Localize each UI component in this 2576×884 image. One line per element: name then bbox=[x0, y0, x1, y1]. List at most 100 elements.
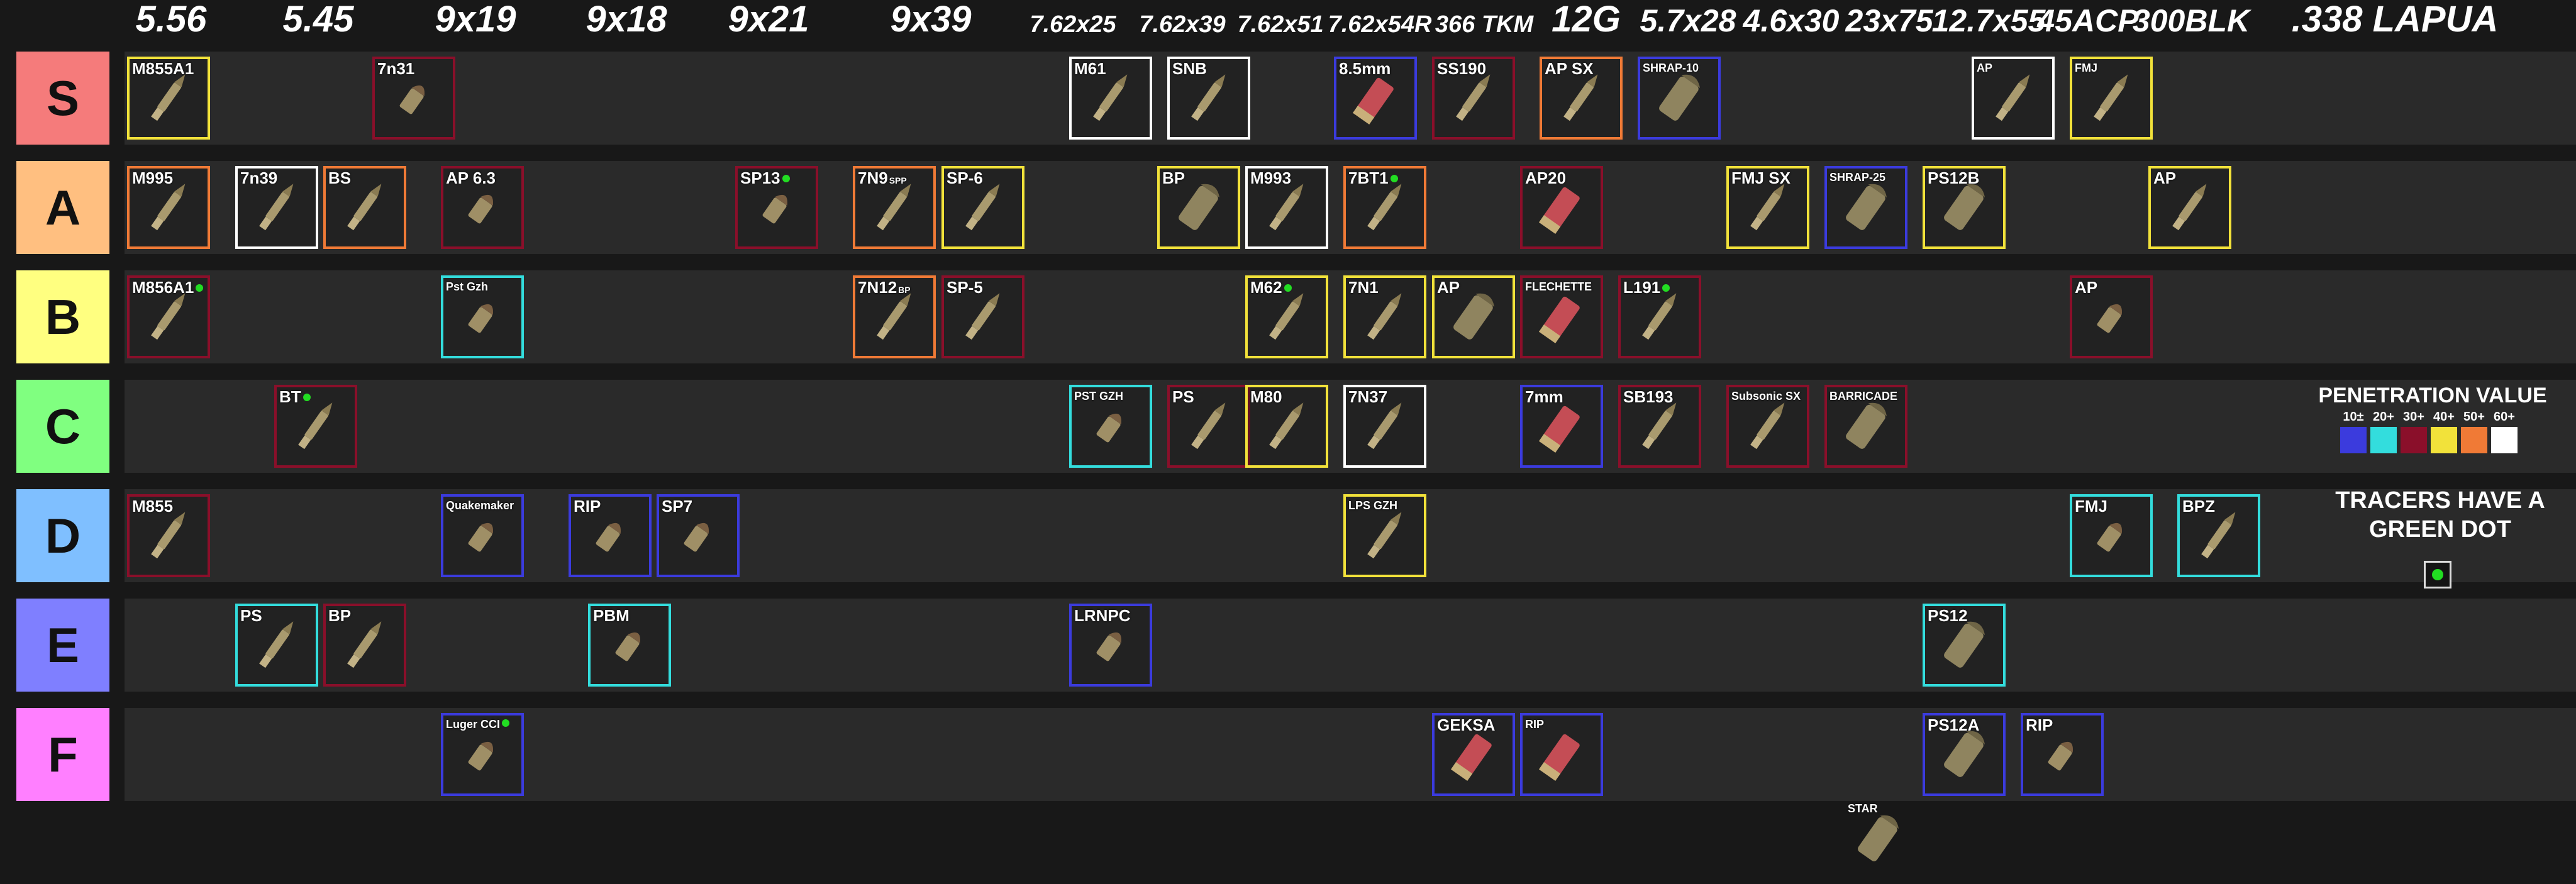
ammo-card[interactable]: AP 6.3 bbox=[441, 166, 524, 249]
ammo-card[interactable]: Pst Gzh bbox=[441, 275, 524, 358]
caliber-header-label: 366 TKM bbox=[1435, 11, 1534, 38]
ammo-name: BT bbox=[279, 387, 311, 407]
ammo-name-text: SP7 bbox=[662, 497, 693, 516]
ammo-card[interactable]: PS bbox=[1167, 385, 1250, 468]
tier-label: F bbox=[16, 708, 109, 801]
ammo-card[interactable]: AP bbox=[2070, 275, 2153, 358]
ammo-card[interactable]: M855A1 bbox=[127, 57, 210, 140]
ammo-card[interactable]: LPS GZH bbox=[1343, 494, 1426, 577]
ammo-name-text: Quakemaker bbox=[446, 499, 514, 512]
ammo-card[interactable]: PS12A bbox=[1923, 713, 2006, 796]
ammo-card[interactable]: BP bbox=[1157, 166, 1240, 249]
ammo-card[interactable]: SB193 bbox=[1618, 385, 1701, 468]
ammo-name: 7n31 bbox=[377, 59, 414, 79]
ammo-card[interactable]: PS12 bbox=[1923, 604, 2006, 687]
ammo-name-text: SP-6 bbox=[947, 169, 983, 187]
ammo-name-text: FLECHETTE bbox=[1525, 280, 1592, 293]
ammo-card[interactable]: AP bbox=[1972, 57, 2055, 140]
ammo-name: FMJ SX bbox=[1731, 169, 1790, 188]
ammo-name: L191 bbox=[1623, 278, 1670, 297]
ammo-name-text: SNB bbox=[1172, 59, 1207, 78]
ammo-card[interactable]: 7BT1 bbox=[1343, 166, 1426, 249]
ammo-card[interactable]: Subsonic SX bbox=[1726, 385, 1809, 468]
ammo-card[interactable]: M856A1 bbox=[127, 275, 210, 358]
ammo-card[interactable]: M995 bbox=[127, 166, 210, 249]
ammo-name: AP bbox=[1977, 62, 1992, 75]
penetration-level: 60+ bbox=[2490, 410, 2518, 453]
ammo-name-text: BARRICADE bbox=[1829, 390, 1897, 402]
ammo-card[interactable]: RIP bbox=[1520, 713, 1603, 796]
ammo-card[interactable]: 8.5mm bbox=[1334, 57, 1417, 140]
ammo-card[interactable]: FMJ SX bbox=[1726, 166, 1809, 249]
ammo-name: M62 bbox=[1250, 278, 1292, 297]
ammo-card[interactable]: SNB bbox=[1167, 57, 1250, 140]
ammo-card[interactable]: BPZ bbox=[2177, 494, 2260, 577]
penetration-level-label: 10± bbox=[2343, 410, 2364, 424]
ammo-card[interactable]: L191 bbox=[1618, 275, 1701, 358]
ammo-card[interactable]: SS190 bbox=[1432, 57, 1515, 140]
ammo-card[interactable]: SHRAP-25 bbox=[1824, 166, 1907, 249]
caliber-header-label: 7.62x51 bbox=[1237, 11, 1324, 38]
ammo-name-text: PS12B bbox=[1928, 169, 1980, 187]
ammo-card[interactable]: LRNPC bbox=[1069, 604, 1152, 687]
ammo-card[interactable]: PS12B bbox=[1923, 166, 2006, 249]
ammo-card[interactable]: 7N9 SPP bbox=[853, 166, 936, 249]
ammo-card[interactable]: PBM bbox=[588, 604, 671, 687]
ammo-card[interactable]: M993 bbox=[1245, 166, 1328, 249]
ammo-name: LRNPC bbox=[1074, 606, 1131, 626]
ammo-card[interactable]: STAR bbox=[1839, 800, 1922, 883]
ammo-card[interactable]: BP bbox=[323, 604, 406, 687]
ammo-card[interactable]: AP bbox=[2148, 166, 2231, 249]
ammo-card[interactable]: 7N37 bbox=[1343, 385, 1426, 468]
ammo-name: 7mm bbox=[1525, 387, 1563, 407]
ammo-card[interactable]: M62 bbox=[1245, 275, 1328, 358]
ammo-card[interactable]: BARRICADE bbox=[1824, 385, 1907, 468]
ammo-card[interactable]: GEKSA bbox=[1432, 713, 1515, 796]
ammo-card[interactable]: SP7 bbox=[657, 494, 740, 577]
ammo-name-text: RIP bbox=[574, 497, 601, 516]
ammo-card[interactable]: AP bbox=[1432, 275, 1515, 358]
ammo-card[interactable]: AP SX bbox=[1540, 57, 1623, 140]
ammo-name: PBM bbox=[593, 606, 630, 626]
ammo-card[interactable]: BT bbox=[274, 385, 357, 468]
ammo-card[interactable]: SP-6 bbox=[941, 166, 1024, 249]
ammo-card[interactable]: BS bbox=[323, 166, 406, 249]
ammo-card[interactable]: SP-5 bbox=[941, 275, 1024, 358]
ammo-name: STAR bbox=[1848, 802, 1878, 815]
ammo-card[interactable]: PS bbox=[235, 604, 318, 687]
ammo-card[interactable]: 7n31 bbox=[372, 57, 455, 140]
penetration-color-swatch bbox=[2370, 427, 2397, 453]
penetration-color-swatch bbox=[2431, 427, 2457, 453]
ammo-name-text: M62 bbox=[1250, 278, 1282, 297]
ammo-card[interactable]: FMJ bbox=[2070, 57, 2153, 140]
ammo-name-text: SP13 bbox=[740, 169, 780, 187]
ammo-name: FLECHETTE bbox=[1525, 280, 1592, 294]
ammo-card[interactable]: RIP bbox=[569, 494, 652, 577]
ammo-name-text: 7N1 bbox=[1348, 278, 1379, 297]
ammo-name-text: BP bbox=[1162, 169, 1185, 187]
ammo-card[interactable]: M855 bbox=[127, 494, 210, 577]
penetration-level-label: 60+ bbox=[2494, 410, 2515, 424]
ammo-card[interactable]: RIP bbox=[2021, 713, 2104, 796]
ammo-card[interactable]: Luger CCI bbox=[441, 713, 524, 796]
ammo-name: BPZ bbox=[2182, 497, 2215, 516]
ammo-card[interactable]: Quakemaker bbox=[441, 494, 524, 577]
penetration-level-label: 40+ bbox=[2433, 410, 2455, 424]
ammo-card[interactable]: PST GZH bbox=[1069, 385, 1152, 468]
ammo-card[interactable]: M61 bbox=[1069, 57, 1152, 140]
ammo-card[interactable]: AP20 bbox=[1520, 166, 1603, 249]
ammo-card[interactable]: 7N1 bbox=[1343, 275, 1426, 358]
ammo-card[interactable]: SP13 bbox=[735, 166, 818, 249]
ammo-card[interactable]: FMJ bbox=[2070, 494, 2153, 577]
green-dot-icon bbox=[2432, 569, 2443, 580]
ammo-card[interactable]: SHRAP-10 bbox=[1638, 57, 1721, 140]
ammo-card[interactable]: M80 bbox=[1245, 385, 1328, 468]
ammo-name-text: PBM bbox=[593, 606, 630, 625]
ammo-card[interactable]: 7N12 BP bbox=[853, 275, 936, 358]
ammo-card[interactable]: 7mm bbox=[1520, 385, 1603, 468]
ammo-card[interactable]: 7n39 bbox=[235, 166, 318, 249]
caliber-header: 5.56 5.45 9x19 9x18 9x21 9x39 7.62x25 7.62x39 7.… bbox=[0, 0, 2576, 48]
ammo-card[interactable]: FLECHETTE bbox=[1520, 275, 1603, 358]
ammo-name: 7N37 bbox=[1348, 387, 1387, 407]
penetration-color-swatch bbox=[2461, 427, 2487, 453]
